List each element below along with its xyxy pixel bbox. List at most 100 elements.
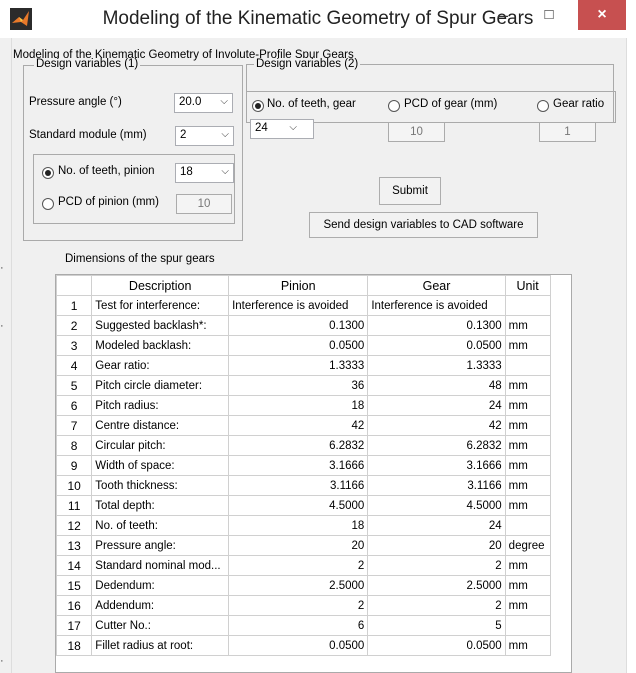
cell-description[interactable]: Suggested backlash*: bbox=[91, 315, 230, 336]
cell-gear[interactable]: 42 bbox=[367, 415, 506, 436]
minimize-button[interactable]: – bbox=[480, 0, 526, 30]
submit-button[interactable]: Submit bbox=[379, 177, 441, 205]
table-empty-cell bbox=[550, 436, 570, 456]
cell-gear[interactable]: 20 bbox=[367, 535, 506, 556]
cell-gear[interactable]: 6.2832 bbox=[367, 435, 506, 456]
cell-description[interactable]: Circular pitch: bbox=[91, 435, 230, 456]
cell-unit[interactable]: mm bbox=[504, 335, 551, 356]
cell-description[interactable]: Modeled backlash: bbox=[91, 335, 230, 356]
cell-pinion[interactable]: 1.3333 bbox=[228, 355, 369, 376]
teeth-pinion-radio[interactable] bbox=[42, 167, 54, 179]
cell-pinion[interactable]: 6 bbox=[228, 615, 369, 636]
cell-unit[interactable]: mm bbox=[504, 595, 551, 616]
cell-unit[interactable]: mm bbox=[504, 395, 551, 416]
cell-unit[interactable]: mm bbox=[504, 555, 551, 576]
cell-pinion[interactable]: 0.0500 bbox=[228, 635, 369, 656]
cell-gear[interactable]: 48 bbox=[367, 375, 506, 396]
cell-description[interactable]: Centre distance: bbox=[91, 415, 230, 436]
cell-pinion[interactable]: 3.1666 bbox=[228, 455, 369, 476]
send-to-cad-button[interactable]: Send design variables to CAD software bbox=[309, 212, 538, 238]
cell-pinion[interactable]: 36 bbox=[228, 375, 369, 396]
cell-gear[interactable]: 3.1666 bbox=[367, 455, 506, 476]
cell-unit[interactable] bbox=[504, 295, 551, 316]
pcd-gear-radio[interactable] bbox=[388, 100, 400, 112]
column-header-gear[interactable]: Gear bbox=[367, 275, 506, 296]
cell-pinion[interactable]: 2.5000 bbox=[228, 575, 369, 596]
cell-unit[interactable]: mm bbox=[504, 575, 551, 596]
cell-unit[interactable]: mm bbox=[504, 495, 551, 516]
column-header-description[interactable]: Description bbox=[91, 275, 230, 296]
teeth-pinion-dropdown[interactable]: 18 ⌵ bbox=[175, 163, 234, 183]
teeth-gear-radio[interactable] bbox=[252, 100, 264, 112]
cell-description[interactable]: Addendum: bbox=[91, 595, 230, 616]
cell-gear[interactable]: 1.3333 bbox=[367, 355, 506, 376]
cell-pinion[interactable]: 4.5000 bbox=[228, 495, 369, 516]
results-table[interactable]: Description Pinion Gear Unit 1 Test for i… bbox=[55, 274, 572, 673]
cell-unit[interactable] bbox=[504, 355, 551, 376]
cell-gear[interactable]: 3.1166 bbox=[367, 475, 506, 496]
cell-description[interactable]: Tooth thickness: bbox=[91, 475, 230, 496]
cell-pinion[interactable]: 0.1300 bbox=[228, 315, 369, 336]
pcd-gear-field[interactable]: 10 bbox=[388, 122, 445, 142]
gear-ratio-radio[interactable] bbox=[537, 100, 549, 112]
cell-description[interactable]: Test for interference: bbox=[91, 295, 230, 316]
cell-pinion[interactable]: 2 bbox=[228, 595, 369, 616]
cell-pinion[interactable]: 3.1166 bbox=[228, 475, 369, 496]
cell-description[interactable]: Standard nominal mod... bbox=[91, 555, 230, 576]
cell-description[interactable]: Cutter No.: bbox=[91, 615, 230, 636]
cell-description[interactable]: No. of teeth: bbox=[91, 515, 230, 536]
title-bar[interactable]: Modeling of the Kinematic Geometry of Sp… bbox=[0, 0, 636, 38]
pcd-pinion-field[interactable]: 10 bbox=[176, 194, 232, 214]
cell-description[interactable]: Width of space: bbox=[91, 455, 230, 476]
cell-unit[interactable]: mm bbox=[504, 375, 551, 396]
cell-description[interactable]: Fillet radius at root: bbox=[91, 635, 230, 656]
cell-unit[interactable]: mm bbox=[504, 475, 551, 496]
cell-gear[interactable]: 5 bbox=[367, 615, 506, 636]
cell-unit[interactable]: mm bbox=[504, 315, 551, 336]
cell-gear[interactable]: 2.5000 bbox=[367, 575, 506, 596]
table-row: 9 Width of space: 3.1666 3.1666 mm bbox=[56, 455, 571, 476]
column-header-unit[interactable]: Unit bbox=[504, 275, 551, 296]
cell-gear[interactable]: 24 bbox=[367, 395, 506, 416]
cell-unit[interactable]: mm bbox=[504, 435, 551, 456]
cell-unit[interactable]: mm bbox=[504, 455, 551, 476]
cell-pinion[interactable]: 20 bbox=[228, 535, 369, 556]
cell-gear[interactable]: 0.1300 bbox=[367, 315, 506, 336]
cell-gear[interactable]: 2 bbox=[367, 555, 506, 576]
column-header-pinion[interactable]: Pinion bbox=[228, 275, 369, 296]
cell-pinion[interactable]: 2 bbox=[228, 555, 369, 576]
cell-gear[interactable]: 0.0500 bbox=[367, 635, 506, 656]
cell-unit[interactable]: degree bbox=[504, 535, 551, 556]
teeth-gear-dropdown[interactable]: 24 ⌵ bbox=[250, 119, 314, 139]
standard-module-dropdown[interactable]: 2 ⌵ bbox=[175, 126, 234, 146]
cell-description[interactable]: Pressure angle: bbox=[91, 535, 230, 556]
maximize-button[interactable]: □ bbox=[526, 0, 572, 30]
cell-unit[interactable]: mm bbox=[504, 415, 551, 436]
pcd-pinion-radio[interactable] bbox=[42, 198, 54, 210]
cell-gear[interactable]: 24 bbox=[367, 515, 506, 536]
cell-description[interactable]: Dedendum: bbox=[91, 575, 230, 596]
cell-gear[interactable]: 0.0500 bbox=[367, 335, 506, 356]
cell-pinion[interactable]: 0.0500 bbox=[228, 335, 369, 356]
cell-description[interactable]: Gear ratio: bbox=[91, 355, 230, 376]
cell-gear[interactable]: 4.5000 bbox=[367, 495, 506, 516]
cell-pinion[interactable]: 18 bbox=[228, 395, 369, 416]
cell-description[interactable]: Total depth: bbox=[91, 495, 230, 516]
cell-unit[interactable] bbox=[504, 615, 551, 636]
cell-description[interactable]: Pitch radius: bbox=[91, 395, 230, 416]
cell-pinion[interactable]: 6.2832 bbox=[228, 435, 369, 456]
cell-unit[interactable]: mm bbox=[504, 635, 551, 656]
row-number: 4 bbox=[56, 355, 93, 376]
pressure-angle-dropdown[interactable]: 20.0 ⌵ bbox=[174, 93, 233, 113]
gear-ratio-field[interactable]: 1 bbox=[539, 122, 596, 142]
row-number: 6 bbox=[56, 395, 93, 416]
cell-gear[interactable]: 2 bbox=[367, 595, 506, 616]
cell-gear[interactable]: Interference is avoided bbox=[367, 295, 506, 316]
cell-pinion[interactable]: 42 bbox=[228, 415, 369, 436]
cell-pinion[interactable]: Interference is avoided bbox=[228, 295, 369, 316]
cell-unit[interactable] bbox=[504, 515, 551, 536]
teeth-pinion-label: No. of teeth, pinion bbox=[58, 165, 155, 177]
cell-pinion[interactable]: 18 bbox=[228, 515, 369, 536]
close-button[interactable]: × bbox=[578, 0, 626, 30]
cell-description[interactable]: Pitch circle diameter: bbox=[91, 375, 230, 396]
